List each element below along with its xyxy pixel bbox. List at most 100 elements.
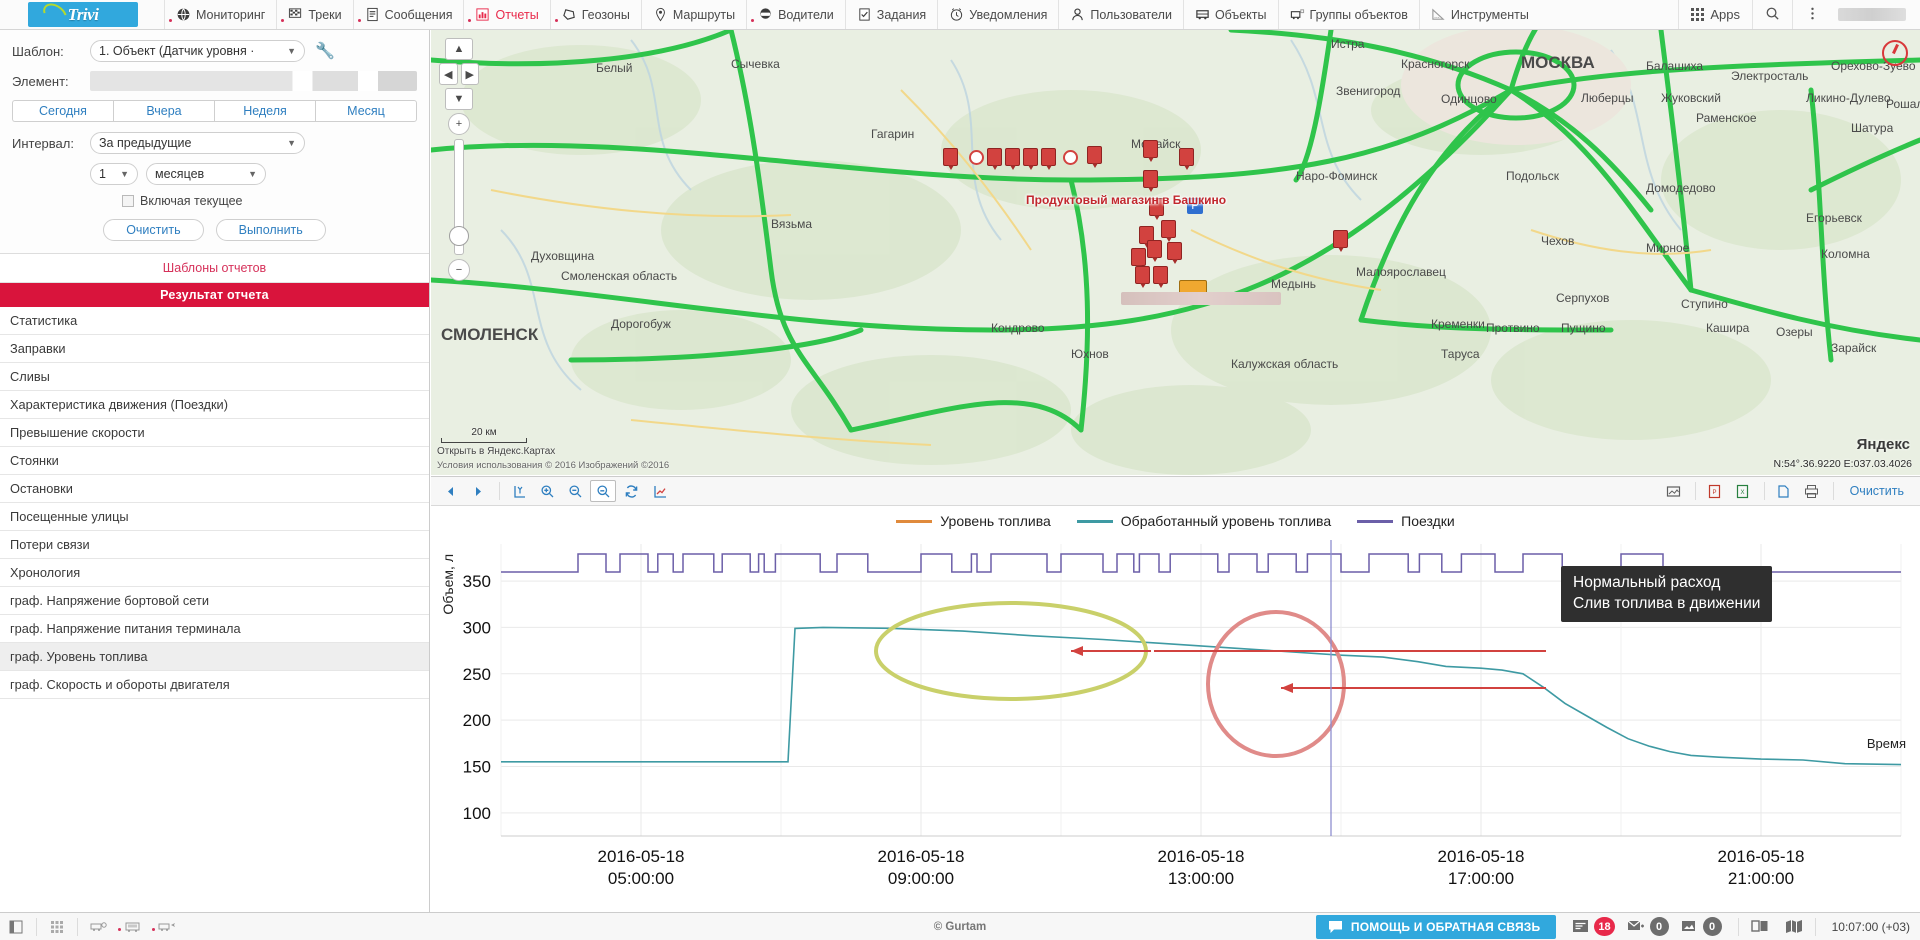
traffic-layer-icon[interactable] [1882,40,1908,66]
export-pdf-button[interactable]: P [1702,480,1728,502]
map-view[interactable]: Истра Красногорск МОСКВА Балашиха Электроста… [431,30,1920,475]
export-file-button[interactable] [1771,480,1797,502]
search-button[interactable] [1752,0,1792,29]
chart-settings-button[interactable] [646,480,672,502]
chart-plot-area[interactable]: 100 150 200 250 300 350 2016-05-18 05:00:00 201… [431,536,1920,912]
more-menu-button[interactable] [1792,0,1832,29]
grid-view-button[interactable] [41,919,73,935]
map-zoom-slider[interactable] [449,139,469,255]
map-pan-right-button[interactable]: ▶ [460,63,479,85]
prev-button[interactable] [437,480,463,502]
map-zoom-in-button[interactable]: + [448,113,470,135]
map-marker[interactable] [1153,266,1168,286]
nav-item-notifications[interactable]: Уведомления [937,0,1058,29]
map-zoom-out-button[interactable]: − [448,259,470,281]
map-pan-down-button[interactable]: ▼ [445,88,473,110]
report-list-item[interactable]: Сливы [0,363,429,391]
map-marker[interactable] [1135,266,1150,286]
nav-item-monitoring[interactable]: Мониторинг [164,0,276,29]
map-marker[interactable] [1023,148,1038,168]
map-zoom-slider-knob[interactable] [449,226,469,246]
map-open-link[interactable]: Открыть в Яндекс.Картах [437,446,555,457]
map-marker[interactable] [1167,242,1182,262]
clear-button[interactable]: Очистить [103,219,204,241]
quick-range-month[interactable]: Месяц [315,100,417,122]
unit-track-button[interactable] [150,919,186,935]
help-feedback-button[interactable]: ПОМОЩЬ И ОБРАТНАЯ СВЯЗЬ [1315,914,1557,939]
map-marker[interactable] [1087,146,1102,166]
zoom-select-button[interactable] [590,480,616,502]
map-marker[interactable] [1161,220,1176,240]
zoom-in-button[interactable] [534,480,560,502]
nav-item-units[interactable]: Объекты [1182,0,1278,29]
map-marker[interactable] [1005,148,1020,168]
fit-y-button[interactable] [506,480,532,502]
map-marker[interactable] [1147,240,1162,260]
nav-item-tracks[interactable]: Треки [276,0,352,29]
next-button[interactable] [465,480,491,502]
photo-status[interactable]: 0 [1681,917,1722,936]
quick-range-today[interactable]: Сегодня [12,100,113,122]
app-logo[interactable]: Trivi [28,0,138,29]
report-templates-link[interactable]: Шаблоны отчетов [0,254,429,283]
unit-monitoring-button[interactable] [82,919,116,935]
report-list-item[interactable]: Превышение скорости [0,419,429,447]
apps-button[interactable]: Apps [1678,0,1752,29]
legend-item-fuel-level[interactable]: Уровень топлива [896,513,1051,529]
mail-status[interactable]: 0 [1627,917,1669,936]
nav-item-geofences[interactable]: Геозоны [549,0,641,29]
layout-toggle-button[interactable] [1743,919,1777,934]
map-pan-left-button[interactable]: ◀ [439,63,458,85]
export-image-button[interactable] [1661,480,1687,502]
report-list-item[interactable]: граф. Скорость и обороты двигателя [0,671,429,699]
interval-unit-select[interactable]: месяцев ▼ [146,163,266,185]
unit-name-button[interactable] [116,919,150,935]
toggle-panel-button[interactable] [0,919,32,935]
nav-item-reports[interactable]: Отчеты [463,0,549,29]
template-select[interactable]: 1. Объект (Датчик уровня · ▼ [90,40,305,62]
element-select[interactable] [90,71,417,91]
export-excel-button[interactable]: X [1730,480,1756,502]
legend-item-processed-fuel-level[interactable]: Обработанный уровень топлива [1076,513,1331,529]
nav-item-routes[interactable]: Маршруты [640,0,746,29]
current-user-name[interactable] [1838,8,1906,21]
nav-item-users[interactable]: Пользователи [1058,0,1183,29]
map-marker[interactable] [1063,150,1078,170]
map-marker[interactable] [1041,148,1056,168]
report-list-item[interactable]: Заправки [0,335,429,363]
legend-item-trips[interactable]: Поездки [1357,513,1455,529]
include-current-checkbox[interactable] [122,195,134,207]
messages-status[interactable]: 18 [1572,917,1615,936]
map-marker[interactable] [943,148,958,168]
interval-select[interactable]: За предыдущие ▼ [90,132,305,154]
chart-clear-link[interactable]: Очистить [1840,484,1914,498]
interval-count-select[interactable]: 1 ▼ [90,163,138,185]
map-pan-up-button[interactable]: ▲ [445,38,473,60]
report-list-item[interactable]: Характеристика движения (Поездки) [0,391,429,419]
nav-item-messages[interactable]: Сообщения [352,0,464,29]
map-layer-button[interactable] [1777,919,1811,934]
report-list-item[interactable]: Посещенные улицы [0,503,429,531]
nav-item-unit-groups[interactable]: Группы объектов [1277,0,1419,29]
quick-range-yesterday[interactable]: Вчера [113,100,214,122]
nav-item-tools[interactable]: Инструменты [1418,0,1540,29]
map-marker[interactable] [1131,248,1146,268]
zoom-out-button[interactable] [562,480,588,502]
report-list-item[interactable]: Остановки [0,475,429,503]
execute-button[interactable]: Выполнить [215,219,326,241]
report-list-item[interactable]: Статистика [0,307,429,335]
print-button[interactable] [1799,480,1825,502]
map-marker[interactable] [1143,170,1158,190]
report-list-item[interactable]: граф. Напряжение бортовой сети [0,587,429,615]
refresh-button[interactable] [618,480,644,502]
map-marker[interactable] [1143,140,1158,160]
wrench-icon[interactable]: 🔧 [315,41,335,61]
map-marker[interactable] [987,148,1002,168]
report-list-item[interactable]: граф. Напряжение питания терминала [0,615,429,643]
map-marker[interactable] [1179,148,1194,168]
nav-item-drivers[interactable]: Водители [746,0,845,29]
report-list-item[interactable]: граф. Уровень топлива [0,643,429,671]
map-marker[interactable] [1333,230,1348,250]
report-list-item[interactable]: Стоянки [0,447,429,475]
nav-item-tasks[interactable]: Задания [844,0,937,29]
